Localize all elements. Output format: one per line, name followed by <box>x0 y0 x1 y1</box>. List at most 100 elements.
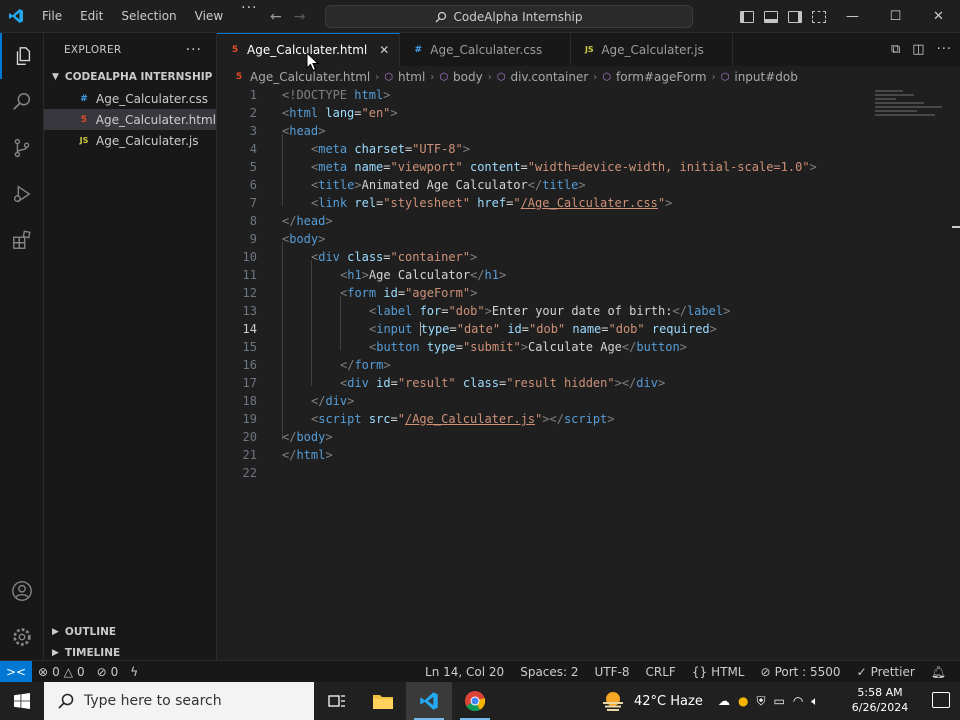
forward-arrow-icon[interactable]: → <box>294 9 306 25</box>
toggle-secondary-sidebar-icon[interactable] <box>788 10 802 23</box>
open-preview-icon[interactable]: ⧉ <box>891 42 900 57</box>
manage-gear-icon[interactable] <box>0 614 44 660</box>
menu-file[interactable]: File <box>34 0 70 33</box>
menu-more-button[interactable]: ··· <box>233 0 265 33</box>
run-debug-icon[interactable] <box>0 171 44 217</box>
language-mode[interactable]: {} HTML <box>686 665 751 679</box>
onedrive-cloud-icon[interactable]: ☁ <box>718 694 730 708</box>
source-control-icon[interactable] <box>0 125 44 171</box>
extensions-icon[interactable] <box>0 217 44 263</box>
close-icon[interactable]: ✕ <box>379 43 389 57</box>
problems-indicator[interactable]: ⊗ 0 △ 0 <box>32 665 91 679</box>
ports-indicator[interactable]: ⊘ 0 <box>91 665 125 679</box>
code-line: 9 <body> <box>217 230 917 248</box>
code-line: 8 </head> <box>217 212 917 230</box>
vscode-taskbar-icon[interactable] <box>406 682 452 720</box>
battery-icon[interactable]: ▭ <box>774 694 785 708</box>
file-explorer-icon[interactable] <box>360 682 406 720</box>
line-number: 3 <box>249 124 257 138</box>
more-actions-icon[interactable]: ··· <box>937 42 952 57</box>
windows-taskbar: Type here to search 42°C Haze ☁ ● ⛨ ▭ ◠ … <box>0 682 960 720</box>
token: html <box>289 106 319 120</box>
maximize-icon[interactable]: ☐ <box>874 0 917 33</box>
wifi-icon[interactable]: ◠ <box>793 694 803 708</box>
outline-section[interactable]: ▶ OUTLINE <box>44 621 216 642</box>
customize-layout-icon[interactable] <box>812 10 826 23</box>
breadcrumb-item[interactable]: div.container <box>510 70 588 84</box>
token: > <box>383 88 391 102</box>
token: html <box>347 88 384 102</box>
html-file-icon: 5 <box>235 72 243 82</box>
menu-bar: File Edit Selection View ··· <box>34 0 266 33</box>
code-content: <button type="submit">Calculate Age</but… <box>369 340 687 354</box>
breadcrumb-item[interactable]: form#ageForm <box>616 70 707 84</box>
file-item-css[interactable]: # Age_Calculater.css <box>44 88 216 109</box>
menu-selection[interactable]: Selection <box>113 0 184 33</box>
action-center-icon[interactable] <box>932 692 950 708</box>
code-content: <script src="/Age_Calculater.js"></scrip… <box>311 412 615 426</box>
chrome-tray-icon[interactable]: ● <box>738 694 748 708</box>
prettier-status[interactable]: ✓ Prettier <box>851 665 921 679</box>
toggle-primary-sidebar-icon[interactable] <box>740 10 754 23</box>
token: > <box>354 178 362 192</box>
file-name: Age_Calculater.html <box>95 112 216 127</box>
menu-view[interactable]: View <box>187 0 231 33</box>
breadcrumb-item[interactable]: Age_Calculater.html <box>250 70 370 84</box>
js-link[interactable]: /Age_Calculater.js <box>405 412 535 426</box>
line-number: 12 <box>242 286 257 300</box>
code-content: <meta name="viewport" content="width=dev… <box>311 160 817 174</box>
token: > <box>498 268 507 282</box>
menu-edit[interactable]: Edit <box>72 0 111 33</box>
breadcrumb-item[interactable]: html <box>398 70 425 84</box>
accounts-icon[interactable] <box>0 568 44 614</box>
explorer-icon[interactable] <box>0 33 44 79</box>
windows-start-icon[interactable] <box>0 682 44 720</box>
end-of-line[interactable]: CRLF <box>640 665 682 679</box>
back-arrow-icon[interactable]: ← <box>270 9 282 25</box>
token: > <box>318 232 326 246</box>
js-file-icon: JS <box>584 45 594 54</box>
taskbar-search[interactable]: Type here to search <box>44 682 314 720</box>
minimize-icon[interactable]: — <box>831 0 874 33</box>
css-link[interactable]: /Age_Calculater.css <box>521 196 658 210</box>
live-server-port[interactable]: ⊘ Port : 5500 <box>755 665 847 679</box>
tab-css[interactable]: # Age_Calculater.css <box>400 33 572 66</box>
cursor-position[interactable]: Ln 14, Col 20 <box>419 665 510 679</box>
element-icon: ⬡ <box>496 71 506 83</box>
notifications-bell-icon[interactable]: 🔔︎ <box>925 665 952 679</box>
token: head <box>296 214 326 228</box>
file-name: Age_Calculater.js <box>96 133 199 148</box>
breadcrumb-item[interactable]: body <box>453 70 483 84</box>
code-content: <div class="container"> <box>311 250 477 264</box>
token: " <box>397 412 405 426</box>
code-editor[interactable]: 1 <!DOCTYPE html> 2 <html lang="en"> 3 <… <box>217 88 960 660</box>
security-shield-icon[interactable]: ⛨ <box>756 694 765 709</box>
lightning-icon[interactable]: ϟ <box>124 665 144 679</box>
close-window-icon[interactable]: ✕ <box>917 0 960 33</box>
token: "date" <box>456 321 501 336</box>
toggle-panel-icon[interactable] <box>764 10 778 23</box>
clock[interactable]: 5:58 AM 6/26/2024 <box>850 685 910 715</box>
token: = <box>441 304 449 318</box>
workspace-folder[interactable]: ▼ CODEALPHA INTERNSHIP <box>44 66 216 88</box>
split-editor-icon[interactable]: ◫ <box>912 42 924 57</box>
volume-icon[interactable]: 🔈︎ <box>811 694 818 709</box>
tab-js[interactable]: JS Age_Calculater.js <box>571 33 733 66</box>
command-center[interactable]: CodeAlpha Internship <box>325 5 693 28</box>
token: > <box>665 196 673 210</box>
token: "stylesheet" <box>383 196 470 210</box>
search-view-icon[interactable] <box>0 79 44 125</box>
encoding[interactable]: UTF-8 <box>589 665 636 679</box>
remote-icon[interactable]: >< <box>0 660 32 683</box>
indentation[interactable]: Spaces: 2 <box>514 665 584 679</box>
chrome-icon[interactable] <box>452 682 498 720</box>
file-item-html[interactable]: 5 Age_Calculater.html <box>44 109 216 130</box>
task-view-icon[interactable] <box>314 682 360 720</box>
token: "UTF-8" <box>412 142 463 156</box>
weather-widget[interactable]: 42°C Haze <box>600 682 703 720</box>
token: id <box>376 286 398 300</box>
breadcrumb-item[interactable]: input#dob <box>734 70 798 84</box>
explorer-more-icon[interactable]: ··· <box>186 42 202 58</box>
code-content: <!DOCTYPE html> <box>282 88 390 102</box>
file-item-js[interactable]: JS Age_Calculater.js <box>44 130 216 151</box>
